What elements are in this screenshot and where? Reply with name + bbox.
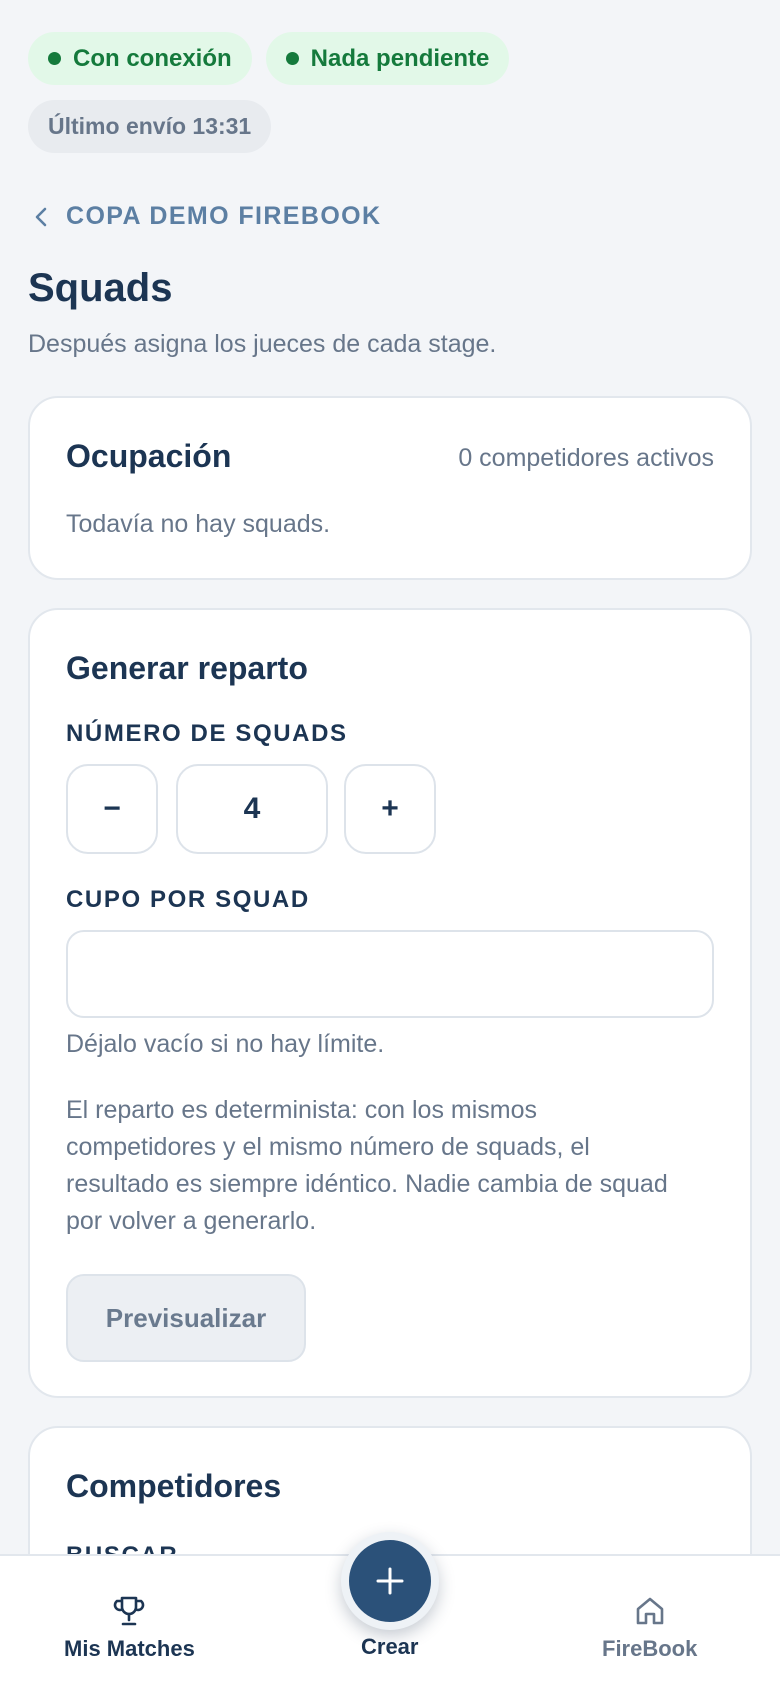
create-fab-button[interactable] [341,1532,439,1630]
back-link[interactable]: COPA DEMO FIREBOOK [34,202,381,231]
status-dot-icon [285,52,299,65]
generate-title: Generar reparto [66,650,308,686]
plus-icon: + [381,792,399,825]
connection-label: Con conexión [73,44,232,72]
squads-count-label: NÚMERO DE SQUADS [66,720,348,747]
occupancy-title: Ocupación [66,438,232,474]
determinism-explanation: El reparto es determinista: con los mism… [66,1096,668,1235]
last-sync-badge: Último envío 13:31 [28,100,272,153]
nav-item-firebook[interactable]: FireBook [602,1594,697,1662]
status-row: Con conexión Nada pendiente [28,32,510,85]
page-title: Squads [28,266,173,310]
preview-button-label: Previsualizar [105,1302,267,1333]
nav-label-firebook: FireBook [602,1636,698,1661]
quota-input[interactable] [66,930,714,1018]
quota-label: CUPO POR SQUAD [66,886,310,913]
competitors-title: Competidores [66,1468,282,1504]
nav-label-create: Crear [361,1634,419,1659]
preview-button[interactable]: Previsualizar [66,1274,306,1362]
squads-count-field[interactable]: 4 [176,764,328,854]
generate-card: Generar reparto NÚMERO DE SQUADS − 4 + C… [28,608,752,1398]
nav-item-my-matches[interactable]: Mis Matches [64,1594,195,1662]
connection-badge: Con conexión [28,32,252,85]
plus-icon [376,1567,404,1595]
nav-item-create[interactable]: Crear [361,1634,418,1660]
occupancy-card: Ocupación 0 competidores activos Todavía… [28,396,752,580]
pending-label: Nada pendiente [310,44,490,72]
status-dot-icon [48,52,61,65]
quota-hint: Déjalo vacío si no hay límite. [66,1030,385,1058]
pending-badge: Nada pendiente [265,32,510,85]
page-subtitle: Después asigna los jueces de cada stage. [28,330,497,358]
back-link-label: COPA DEMO FIREBOOK [66,202,382,230]
squads-count-value: 4 [243,792,261,825]
nav-label-my-matches: Mis Matches [64,1636,195,1661]
home-icon [636,1597,663,1625]
active-competitors-count: 0 competidores activos [458,444,714,472]
decrement-button[interactable]: − [66,764,158,854]
occupancy-empty-text: Todavía no hay squads. [66,510,331,538]
last-sync-label: Último envío 13:31 [48,113,252,139]
minus-icon: − [103,792,121,825]
increment-button[interactable]: + [344,764,436,854]
trophy-icon [114,1596,145,1626]
chevron-left-icon [35,207,47,226]
